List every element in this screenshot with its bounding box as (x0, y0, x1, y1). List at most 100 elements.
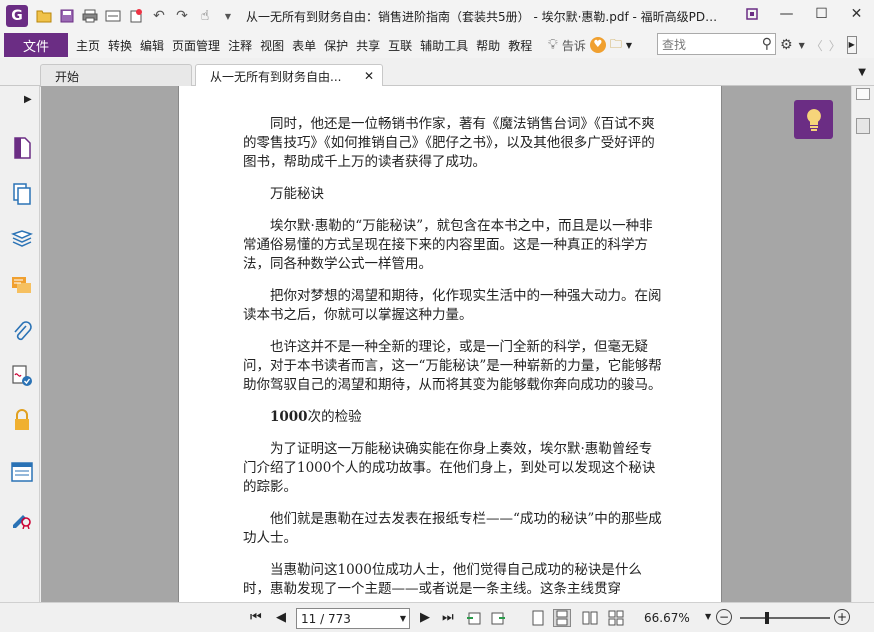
document-viewport[interactable]: 同时，他还是一位畅销书作家，著有《魔法销售台词》《百试不爽的零售技巧》《如何推销… (41, 86, 851, 602)
menu-item-organize[interactable]: 页面管理 (168, 33, 224, 57)
next-page-icon[interactable]: ▶ (420, 610, 430, 625)
paragraph: 当惠勒问这1000位成功人士，他们觉得自己成功的秘诀是什么时，惠勒发现了一个主题… (243, 562, 642, 597)
menu-item-edit[interactable]: 编辑 (136, 33, 168, 57)
status-bar: ⏮ ◀ 11 / 773 ▼ ▶ ⏭ 66.67% ▼ − + (0, 602, 874, 632)
menu-bar: 文件 主页 转换 编辑 页面管理 注释 视图 表单 保护 共享 互联 辅助工具 … (0, 32, 874, 58)
chevron-down-icon[interactable]: ▼ (626, 41, 632, 50)
save-icon[interactable] (57, 6, 77, 26)
expand-icon[interactable]: ▶ (846, 36, 857, 54)
menu-tail: ⚙ ▼ 〈 〉 ▶ (780, 32, 857, 58)
heading-number: 1000 (270, 409, 308, 425)
page-indicator: 11 / 773 (301, 611, 351, 626)
search-input[interactable]: 查找 ⚲ (657, 33, 776, 55)
layers-icon[interactable] (10, 228, 34, 252)
last-page-icon[interactable]: ⏭ (442, 610, 454, 625)
maximize-icon[interactable]: ☐ (804, 0, 839, 28)
new-icon[interactable] (126, 6, 146, 26)
continuous-facing-icon[interactable] (607, 609, 625, 627)
heart-icon[interactable]: ♥ (589, 37, 606, 53)
paragraph: 同时，他还是一位畅销书作家，著有《魔法销售台词》《百试不爽的零售技巧》《如何推销… (243, 116, 655, 170)
zoom-slider-thumb[interactable] (765, 612, 769, 624)
undo-icon[interactable]: ↶ (149, 6, 169, 26)
menu-item-comment[interactable]: 注释 (224, 33, 256, 57)
scan-icon[interactable] (103, 6, 123, 26)
menu-item-help[interactable]: 帮助 (472, 33, 504, 57)
page-number-input[interactable]: 11 / 773 ▼ (296, 608, 410, 629)
menu-item-view[interactable]: 视图 (256, 33, 288, 57)
certificate-icon[interactable] (10, 506, 34, 530)
previous-page-icon[interactable]: ◀ (276, 610, 286, 625)
menu-item-accessibility[interactable]: 辅助工具 (416, 33, 472, 57)
window-controls: — ☐ ✕ (734, 0, 874, 32)
tab-bar: 开始 从一无所有到财务自由... ✕ ▼ (0, 58, 874, 87)
expand-panel-icon[interactable]: ▶ (24, 94, 32, 105)
title-bar: G ↶ ↷ ☝ ▼ 从一无所有到财务自由：销售进阶指南（套装共5册） - 埃尔默… (0, 0, 874, 32)
zoom-level[interactable]: 66.67% (644, 611, 690, 625)
form-fields-icon[interactable] (10, 460, 34, 484)
paragraph: 也许这并不是一种全新的理论，或是一门全新的科学，但毫无疑问，对于本书读者而言，这… (243, 339, 662, 393)
close-icon[interactable]: ✕ (839, 0, 874, 28)
menu-item-form[interactable]: 表单 (288, 33, 320, 57)
section-heading: 1000次的检验 (243, 408, 663, 427)
menu-item-protect[interactable]: 保护 (320, 33, 352, 57)
open-folder-icon[interactable] (34, 6, 54, 26)
zoom-in-icon[interactable]: + (834, 609, 850, 625)
hand-tool-icon[interactable]: ☝ (195, 6, 215, 26)
chevron-down-icon[interactable]: ▼ (400, 614, 406, 623)
continuous-page-icon[interactable] (553, 609, 571, 627)
tab-home-label: 开始 (55, 69, 80, 84)
scroll-up-button[interactable] (856, 88, 870, 100)
chevron-down-icon[interactable]: ▼ (858, 67, 866, 78)
pages-icon[interactable] (10, 182, 34, 206)
chevron-down-icon[interactable]: ▼ (705, 612, 711, 621)
tab-document[interactable]: 从一无所有到财务自由... ✕ (195, 64, 383, 87)
restore-icon[interactable] (734, 0, 769, 28)
signature-icon[interactable] (10, 364, 34, 388)
menu-item-connect[interactable]: 互联 (384, 33, 416, 57)
folder-search-icon[interactable]: 🗀 (610, 35, 622, 56)
menu-items: 主页 转换 编辑 页面管理 注释 视图 表单 保护 共享 互联 辅助工具 帮助 … (72, 33, 536, 57)
single-page-icon[interactable] (529, 609, 547, 627)
vertical-scrollbar[interactable] (851, 86, 874, 602)
page-text: 同时，他还是一位畅销书作家，著有《魔法销售台词》《百试不爽的零售技巧》《如何推销… (243, 115, 663, 599)
lightbulb-icon: 💡︎ (548, 37, 558, 53)
zoom-slider[interactable] (740, 617, 830, 619)
file-menu-button[interactable]: 文件 (4, 33, 68, 57)
close-icon[interactable]: ✕ (364, 69, 374, 83)
next-view-icon[interactable] (489, 609, 507, 627)
back-icon[interactable]: 〈 (811, 37, 823, 54)
comments-icon[interactable] (10, 274, 34, 298)
tab-home[interactable]: 开始 (40, 64, 192, 87)
previous-view-icon[interactable] (465, 609, 483, 627)
redo-icon[interactable]: ↷ (172, 6, 192, 26)
tell-me[interactable]: 💡︎ 告诉 ♥ 🗀 ▼ (548, 32, 632, 58)
page-icon[interactable] (10, 136, 34, 160)
paragraph: 为了证明这一万能秘诀确实能在你身上奏效，埃尔默·惠勒曾经专门介绍了1000个人的… (243, 441, 656, 495)
navigation-panel: ▶ (0, 86, 40, 602)
tips-button[interactable] (794, 100, 833, 139)
paragraph: 埃尔默·惠勒的“万能秘诀”，就包含在本书之中，而且是以一种非常通俗易懂的方式呈现… (243, 218, 653, 272)
gear-icon[interactable]: ⚙ (780, 37, 793, 53)
chevron-down-icon[interactable]: ▼ (218, 6, 238, 26)
menu-item-tutorial[interactable]: 教程 (504, 33, 536, 57)
scroll-thumb[interactable] (856, 118, 870, 134)
first-page-icon[interactable]: ⏮ (250, 610, 262, 625)
document-page: 同时，他还是一位畅销书作家，著有《魔法销售台词》《百试不爽的零售技巧》《如何推销… (178, 86, 722, 602)
scroll-track[interactable] (856, 100, 870, 582)
security-icon[interactable] (10, 408, 34, 432)
attachments-icon[interactable] (10, 320, 34, 344)
print-icon[interactable] (80, 6, 100, 26)
forward-icon[interactable]: 〉 (829, 37, 841, 54)
menu-item-home[interactable]: 主页 (72, 33, 104, 57)
search-icon[interactable]: ⚲ (762, 36, 772, 52)
facing-pages-icon[interactable] (581, 609, 599, 627)
menu-item-convert[interactable]: 转换 (104, 33, 136, 57)
chevron-down-icon[interactable]: ▼ (799, 41, 805, 50)
section-heading: 万能秘诀 (270, 186, 324, 202)
zoom-out-icon[interactable]: − (716, 609, 732, 625)
quick-access-toolbar: ↶ ↷ ☝ ▼ (34, 6, 238, 26)
tab-document-label: 从一无所有到财务自由... (210, 69, 342, 84)
tell-me-label: 告诉 (561, 38, 586, 53)
menu-item-share[interactable]: 共享 (352, 33, 384, 57)
minimize-icon[interactable]: — (769, 0, 804, 28)
